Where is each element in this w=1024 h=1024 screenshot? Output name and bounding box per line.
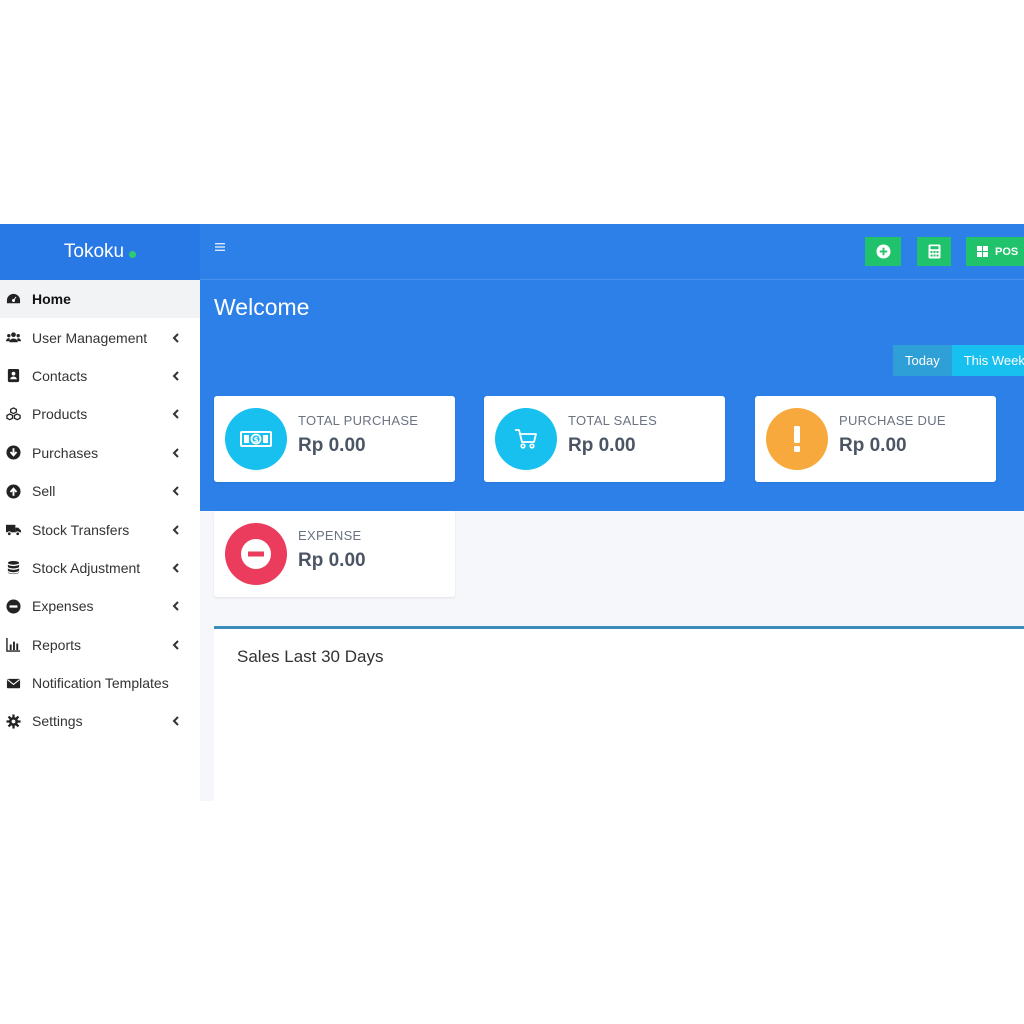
chevron-left-icon	[172, 371, 179, 381]
chevron-left-icon	[172, 332, 179, 343]
filter-this-week-button[interactable]: This Week	[951, 345, 1024, 376]
total-sales-icon-circle	[495, 408, 557, 470]
sidebar-item-home[interactable]: Home	[0, 280, 200, 319]
sidebar: Home User Management Contacts Products Purch…	[0, 280, 200, 801]
card-value: Rp 0.00	[839, 435, 907, 456]
minus-circle-icon	[5, 598, 21, 614]
sidebar-item-stock-adjustment[interactable]: Stock Adjustment	[0, 549, 200, 587]
cubes-icon	[5, 406, 21, 422]
chevron-left-icon	[172, 639, 179, 650]
purchase-due-icon-circle	[766, 408, 828, 470]
brand-name: Tokoku	[63, 241, 125, 262]
sidebar-item-label: Expenses	[32, 598, 94, 615]
chevron-left-icon	[172, 409, 179, 420]
dashboard-icon	[5, 291, 21, 307]
card-label: PURCHASE DUE	[839, 413, 946, 428]
sidebar-item-settings[interactable]: Settings	[0, 702, 200, 740]
sidebar-item-label: Settings	[32, 713, 83, 730]
total-sales-card: TOTAL SALES Rp 0.00	[484, 396, 725, 482]
plus-circle-icon	[875, 244, 891, 259]
quick-add-button[interactable]	[865, 237, 901, 266]
sidebar-item-notification-templates[interactable]: Notification Templates	[0, 664, 200, 702]
sidebar-item-label: Stock Adjustment	[32, 559, 141, 576]
chevron-left-icon	[172, 524, 179, 535]
chevron-left-icon	[172, 563, 179, 573]
sidebar-item-purchases[interactable]: Purchases	[0, 434, 200, 472]
grid-icon	[977, 246, 988, 257]
total-purchase-icon-circle: $	[225, 408, 287, 470]
pos-button[interactable]: POS	[966, 237, 1024, 266]
card-label: TOTAL PURCHASE	[298, 413, 419, 428]
sidebar-item-label: Purchases	[32, 444, 99, 461]
page-title: Welcome	[214, 294, 310, 320]
sidebar-item-label: Reports	[32, 636, 82, 653]
calculator-button[interactable]	[917, 237, 951, 266]
filter-today-button[interactable]: Today	[893, 345, 952, 376]
envelope-icon	[5, 675, 21, 691]
top-navbar: POS	[200, 224, 1024, 280]
card-label: EXPENSE	[298, 528, 362, 543]
hamburger-menu-icon[interactable]	[214, 240, 228, 254]
money-icon: $	[240, 431, 272, 447]
bar-chart-icon	[5, 637, 21, 653]
card-label: TOTAL SALES	[568, 413, 658, 428]
chevron-left-icon	[172, 486, 179, 496]
sidebar-item-expenses[interactable]: Expenses	[0, 587, 200, 625]
card-value: Rp 0.00	[298, 550, 366, 571]
cart-icon	[515, 429, 537, 449]
expense-icon-circle	[225, 523, 287, 585]
chevron-left-icon	[172, 448, 179, 458]
sidebar-item-label: Home	[32, 291, 71, 308]
svg-text:$: $	[254, 436, 259, 444]
exclamation-icon	[794, 426, 800, 452]
card-value: Rp 0.00	[568, 435, 636, 456]
sidebar-item-reports[interactable]: Reports	[0, 626, 200, 664]
pos-label: POS	[995, 245, 1019, 258]
arrow-circle-up-icon	[5, 483, 21, 499]
sidebar-item-stock-transfers[interactable]: Stock Transfers	[0, 510, 200, 548]
calculator-icon	[928, 244, 940, 259]
chevron-left-icon	[172, 716, 179, 727]
sidebar-item-contacts[interactable]: Contacts	[0, 357, 200, 395]
truck-icon	[5, 522, 21, 538]
expense-card: EXPENSE Rp 0.00	[214, 511, 455, 597]
card-value: Rp 0.00	[298, 435, 366, 456]
sidebar-item-label: Stock Transfers	[32, 521, 130, 538]
brand-logo[interactable]: Tokoku	[0, 224, 200, 280]
app-window: Tokoku Home User Management Contacts Produc…	[0, 224, 1024, 801]
chevron-left-icon	[172, 601, 179, 612]
sidebar-item-label: Contacts	[32, 367, 88, 384]
online-status-dot	[129, 250, 137, 258]
sidebar-item-label: Notification Templates	[32, 675, 169, 692]
address-book-icon	[5, 368, 21, 384]
sales-chart-title: Sales Last 30 Days	[237, 647, 384, 666]
sidebar-item-label: Sell	[32, 483, 56, 500]
minus-circle-icon	[241, 539, 271, 569]
total-purchase-card: $ TOTAL PURCHASE Rp 0.00	[214, 396, 455, 482]
sidebar-item-label: Products	[32, 406, 88, 423]
database-icon	[5, 560, 21, 576]
date-filter-group: Today This Week	[893, 345, 1024, 376]
cog-icon	[5, 713, 21, 729]
users-icon	[5, 330, 21, 346]
sidebar-item-user-management[interactable]: User Management	[0, 318, 200, 356]
main-content: Welcome Today This Week $ TOTAL PURCHASE…	[200, 280, 1024, 801]
sidebar-item-label: User Management	[32, 329, 148, 346]
arrow-circle-down-icon	[5, 445, 21, 461]
purchase-due-card: PURCHASE DUE Rp 0.00	[755, 396, 996, 482]
sidebar-item-sell[interactable]: Sell	[0, 472, 200, 510]
sales-chart-panel: Sales Last 30 Days	[214, 626, 1024, 801]
sidebar-item-products[interactable]: Products	[0, 395, 200, 433]
